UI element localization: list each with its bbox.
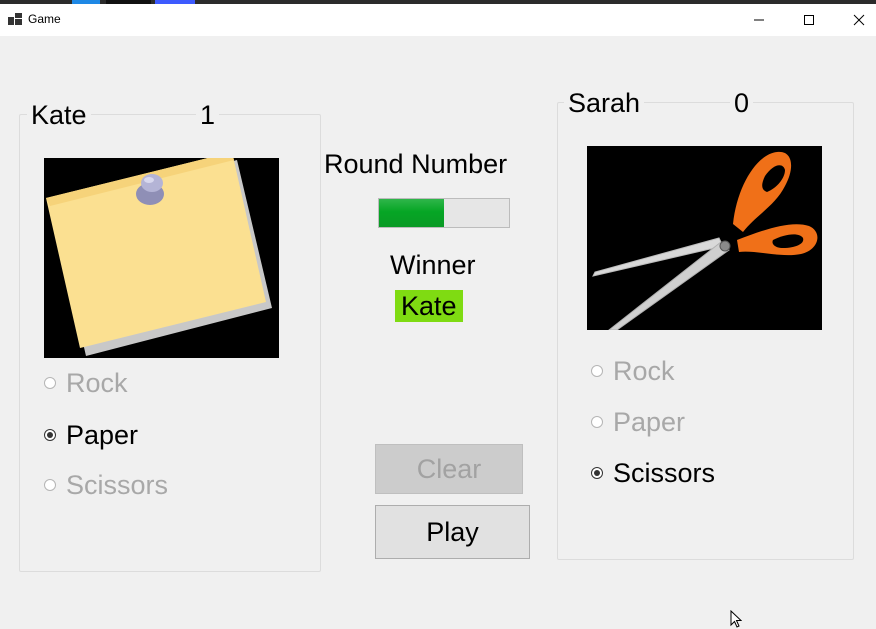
radio-label: Paper bbox=[613, 407, 686, 437]
play-button[interactable]: Play bbox=[375, 505, 530, 559]
player1-rock-radio[interactable]: Rock bbox=[44, 368, 128, 398]
radio-label: Scissors bbox=[613, 458, 716, 488]
radio-label: Rock bbox=[613, 356, 675, 386]
mouse-cursor-icon bbox=[730, 610, 742, 628]
window-title: Game bbox=[28, 12, 61, 26]
game-client-area: Kate 1 Rock Paper Scissors Round Number … bbox=[0, 36, 876, 629]
round-number-label: Round Number bbox=[324, 149, 508, 179]
radio-circle bbox=[591, 416, 603, 428]
clear-button[interactable]: Clear bbox=[375, 444, 523, 494]
minimize-button[interactable] bbox=[736, 4, 782, 36]
radio-circle bbox=[44, 429, 56, 441]
player1-picture bbox=[44, 158, 279, 358]
player1-name: Kate bbox=[27, 100, 91, 130]
close-icon bbox=[853, 14, 865, 26]
title-bar: Game bbox=[0, 4, 876, 36]
player1-score: 1 bbox=[196, 100, 220, 130]
player2-paper-radio[interactable]: Paper bbox=[591, 407, 685, 437]
radio-circle bbox=[591, 467, 603, 479]
player2-rock-radio[interactable]: Rock bbox=[591, 356, 675, 386]
player2-scissors-radio[interactable]: Scissors bbox=[591, 458, 715, 488]
maximize-button[interactable] bbox=[786, 4, 832, 36]
sticky-note-icon bbox=[46, 158, 272, 356]
player2-picture bbox=[587, 146, 822, 330]
radio-circle bbox=[591, 365, 603, 377]
radio-circle bbox=[44, 479, 56, 491]
round-progress-fill bbox=[379, 199, 444, 227]
player2-name: Sarah bbox=[564, 88, 645, 118]
radio-circle bbox=[44, 377, 56, 389]
radio-label: Paper bbox=[66, 420, 139, 450]
player1-paper-radio[interactable]: Paper bbox=[44, 420, 138, 450]
player1-scissors-radio[interactable]: Scissors bbox=[44, 470, 168, 500]
maximize-icon bbox=[804, 15, 814, 25]
minimize-icon bbox=[754, 19, 764, 21]
app-icon bbox=[8, 13, 22, 25]
round-progress-bar bbox=[378, 198, 510, 228]
winner-name-badge: Kate bbox=[395, 290, 463, 322]
radio-label: Scissors bbox=[66, 470, 169, 500]
radio-label: Rock bbox=[66, 368, 128, 398]
scissors-icon bbox=[592, 151, 818, 330]
close-button[interactable] bbox=[836, 4, 876, 36]
player2-score: 0 bbox=[730, 88, 754, 118]
winner-label: Winner bbox=[390, 250, 476, 280]
